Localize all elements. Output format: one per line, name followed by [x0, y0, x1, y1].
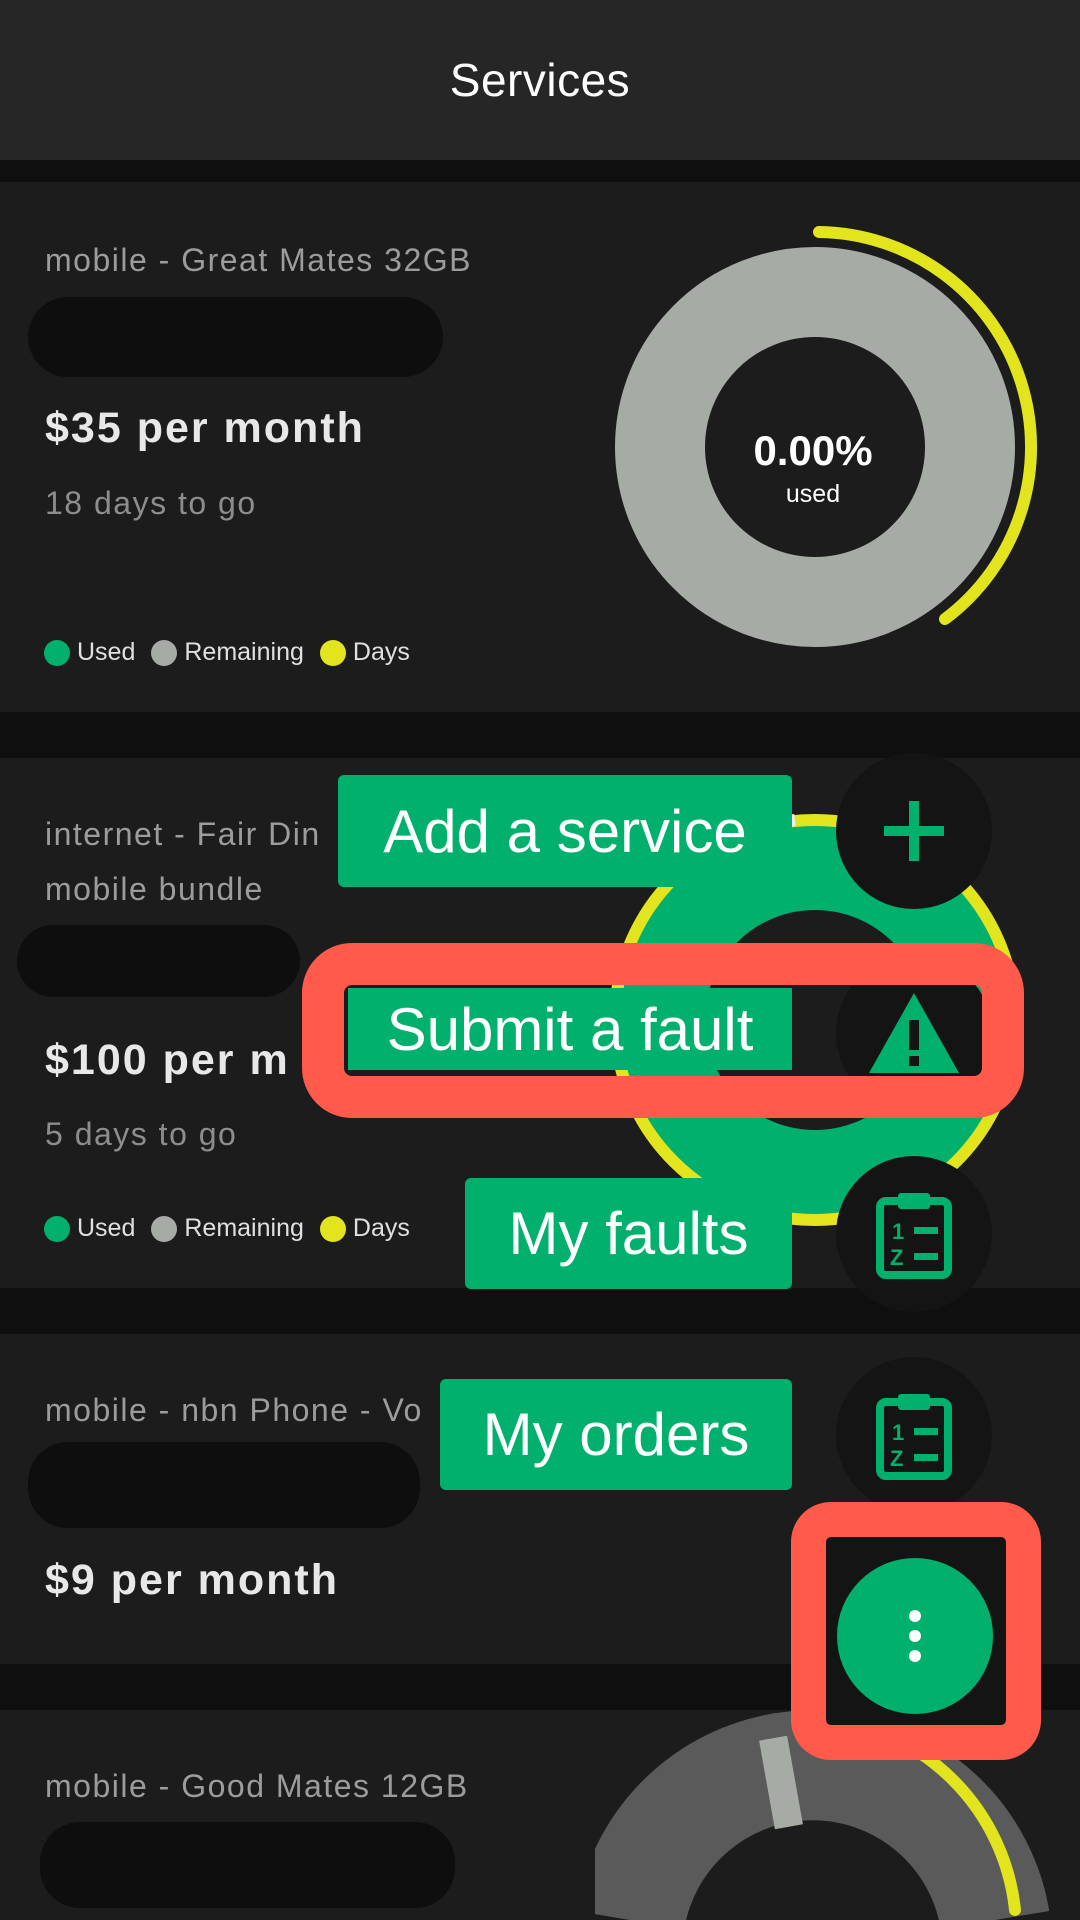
add-service-button[interactable] [836, 753, 992, 909]
legend-remaining: Remaining [151, 638, 304, 667]
submit-fault-highlight [302, 943, 1024, 1118]
service-type-label: mobile - nbn Phone - Vo [45, 1392, 423, 1428]
page-title: Services [449, 54, 631, 106]
legend-used-label: Used [77, 1214, 136, 1242]
service-price: $100 per m [45, 1036, 290, 1084]
legend-days-label: Days [352, 638, 410, 666]
service-card-1[interactable]: mobile - Great Mates 32GB $35 per month … [0, 182, 1080, 712]
plus-icon [884, 801, 944, 861]
legend-remaining: Remaining [151, 1214, 304, 1243]
clipboard-list-icon: 1 Z [876, 1394, 952, 1480]
days-remaining: 5 days to go [45, 1116, 238, 1152]
redacted-number-pill [40, 1822, 455, 1908]
menu-fab-button[interactable] [837, 1558, 993, 1714]
donut-remaining-ring [595, 1710, 1050, 1920]
service-type-label: internet - Fair Din [45, 816, 321, 852]
clipboard-list-icon: 1 Z [876, 1193, 952, 1279]
legend-remaining-swatch [151, 1215, 178, 1242]
service-type-label-line2: mobile bundle [45, 871, 264, 907]
redacted-number-pill [28, 297, 443, 377]
legend-days-label: Days [352, 1214, 410, 1242]
usage-legend: Used Remaining Days [44, 638, 426, 667]
legend-used-swatch [44, 1215, 70, 1242]
service-type-label: mobile - Good Mates 12GB [45, 1768, 469, 1804]
donut-sub-label: used [786, 480, 840, 508]
svg-text:1: 1 [892, 1219, 904, 1244]
legend-used-label: Used [77, 638, 136, 666]
usage-donut-chart: 0.00% used [615, 226, 1037, 647]
legend-remaining-swatch [151, 639, 178, 666]
days-remaining: 18 days to go [45, 485, 257, 521]
svg-text:1: 1 [892, 1420, 904, 1445]
svg-text:Z: Z [890, 1446, 903, 1471]
legend-days-swatch [319, 1215, 346, 1242]
my-faults-button[interactable]: 1 Z [836, 1156, 992, 1312]
service-price: $35 per month [45, 404, 365, 452]
add-service-label[interactable]: Add a service [338, 775, 792, 887]
svg-text:Z: Z [890, 1245, 903, 1270]
service-type-label: mobile - Great Mates 32GB [45, 242, 472, 278]
my-orders-label[interactable]: My orders [440, 1379, 792, 1490]
my-orders-button[interactable]: 1 Z [836, 1357, 992, 1513]
legend-used: Used [44, 638, 135, 667]
legend-days: Days [319, 1214, 410, 1243]
more-vertical-icon [909, 1610, 921, 1662]
my-faults-label[interactable]: My faults [465, 1178, 792, 1289]
app-header: Services [0, 0, 1080, 160]
donut-used-segment [759, 1735, 803, 1830]
redacted-number-pill [17, 925, 300, 997]
legend-days-swatch [319, 639, 346, 666]
legend-remaining-label: Remaining [184, 638, 304, 666]
legend-used-swatch [44, 639, 70, 666]
legend-days: Days [319, 638, 410, 667]
redacted-number-pill [28, 1442, 420, 1528]
legend-used: Used [44, 1214, 135, 1243]
donut-percent: 0.00% [753, 427, 872, 474]
usage-legend: Used Remaining Days [44, 1214, 426, 1243]
legend-remaining-label: Remaining [184, 1214, 304, 1242]
service-price: $9 per month [45, 1556, 339, 1604]
